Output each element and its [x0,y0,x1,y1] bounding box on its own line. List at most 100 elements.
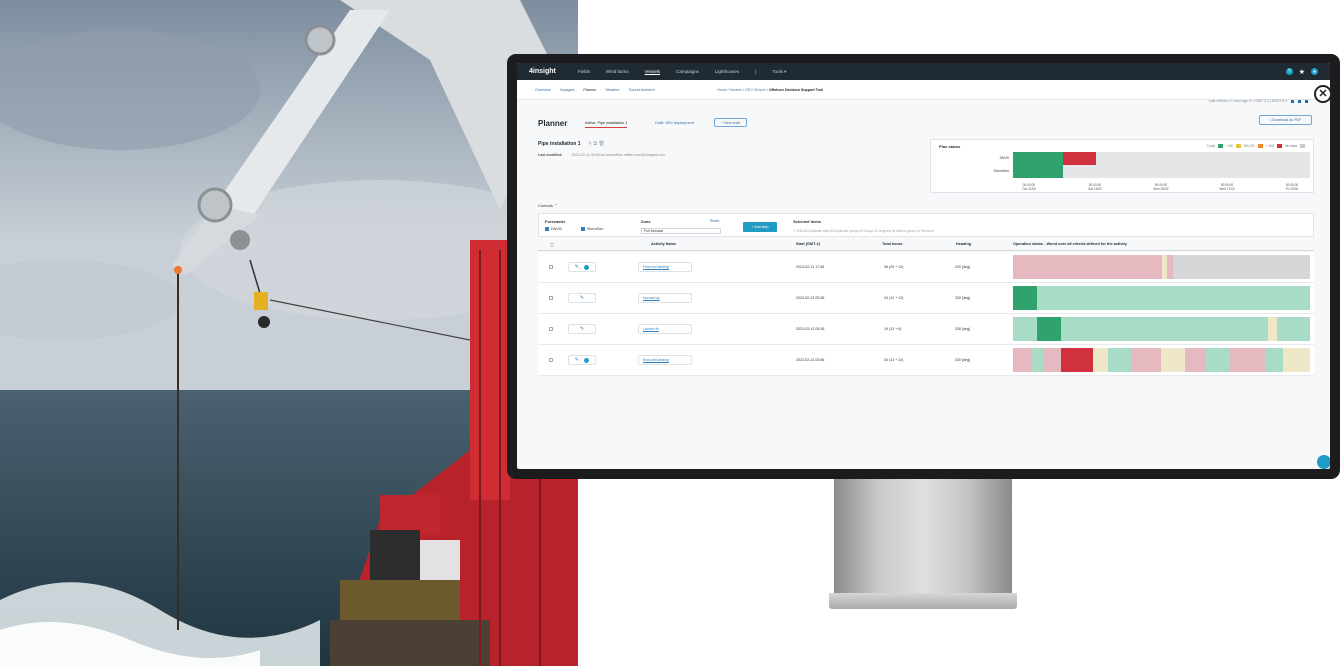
zone-label: Zone [641,219,651,224]
star-icon[interactable]: ★ [1299,68,1305,76]
sub-nav-weather[interactable]: Weather [606,88,620,92]
edit-icon[interactable]: ✎ [575,264,579,270]
legend-lt50: < 50 [1226,144,1233,148]
activity-name-link[interactable]: Launch fix [638,324,692,334]
status-segment [1185,348,1207,372]
controls-panel: Forecaster DNV.B StormGeo Zone Reset Ful… [538,213,1314,237]
row-checkbox[interactable] [549,358,553,362]
checkbox-icon [545,227,549,232]
sub-nav-overview[interactable]: Overview [535,88,551,92]
table-row[interactable]: ✎ End until landing 2023-02-13 03:56 34 … [538,345,1314,376]
status-segment [1093,348,1109,372]
col-total-hours: Total hours [882,242,903,246]
activity-name-link[interactable]: End until landing [638,355,692,365]
plan-status-title: Plan status [939,144,961,149]
start-cell: 2023-02-13 05:36 [796,327,825,331]
col-operation-status: Operation status - Worst over all criter… [1013,242,1127,246]
select-all-checkbox[interactable]: ▢ [550,242,554,247]
legend-swatch-50-100 [1257,144,1263,148]
refresh-info: Last refresh • 1 hour ago ⟳ | GMT 2.3 | … [1209,99,1308,103]
edit-icon[interactable]: ✎ [580,326,584,332]
close-icon[interactable]: ✕ [1314,85,1332,103]
heading-cell: 330 [deg] [955,327,970,331]
legend-swatch-lt50 [1235,144,1241,148]
monitor-frame: 4insight Fields Wind farms Vessels Campa… [507,54,1340,479]
add-step-button[interactable]: + Add step [743,222,777,232]
top-nav-fields[interactable]: Fields [578,69,590,74]
view-settings-icon[interactable] [1305,99,1308,103]
sub-nav-sound-ambient[interactable]: Sound Ambient [629,88,655,92]
status-segment [1036,286,1310,310]
sub-nav-planner[interactable]: Planner [583,88,596,92]
top-nav-campaigns[interactable]: Campaigns [676,69,699,74]
vessel-crane-photo [0,0,578,666]
status-row-bar [1013,152,1310,165]
new-draft-button[interactable]: + New draft [714,118,747,127]
app-logo: 4insight [529,68,556,75]
forecaster-option-label: StormGeo [587,227,604,231]
tab-draft-plan[interactable]: Draft: SRV deployment [655,121,694,125]
breadcrumb-vessels[interactable]: Vessels [730,88,742,92]
controls-toggle[interactable]: Controls ⌃ [538,203,557,208]
forecaster-option-stormgeo[interactable]: StormGeo [581,227,604,232]
info-icon[interactable] [584,264,590,270]
status-segment [1030,348,1043,372]
activity-name-link[interactable]: First end landing [638,262,692,272]
top-nav-wind-farms[interactable]: Wind farms [606,69,629,74]
view-grid-icon[interactable] [1291,99,1294,103]
table-row[interactable]: ✎ Normal lay 2023-02-13 05:36 34 (12 + 1… [538,283,1314,314]
row-checkbox[interactable] [549,265,553,269]
status-segment [1013,165,1064,178]
heading-cell: 330 [deg] [955,358,970,362]
chat-icon[interactable] [1317,455,1330,469]
status-segment [1013,255,1162,279]
row-checkbox[interactable] [549,327,553,331]
view-list-icon[interactable] [1298,99,1301,103]
row-checkbox[interactable] [549,296,553,300]
last-modified-value: 2023-02-11 09:48 by someoffice.offsite.u… [571,153,666,157]
edit-plan-icon[interactable]: ✎ ⧉ 🗑 [588,141,605,147]
legend-swatch-ok [1218,144,1224,148]
status-legend: 0 (ok) < 50 50-100 > 100 No data [1207,144,1305,148]
table-row[interactable]: ✎ Launch fix 2023-02-13 05:36 19 (13 + 6… [538,314,1314,345]
status-segment [1036,317,1061,341]
download-pdf-button[interactable]: ⤓ Download as PDF [1259,115,1312,125]
status-segment [1060,317,1269,341]
hours-cell: 34 (12 + 12) [884,296,904,300]
selected-items-tools: ✎ Edit ⧉ Duplicate step ⧉ Duplicate grou… [793,229,935,233]
status-segment [1131,348,1162,372]
help-icon[interactable]: ? [1285,68,1293,75]
plan-status-panel: Plan status 0 (ok) < 50 50-100 > 100 No … [930,139,1314,193]
status-segment [1063,152,1097,165]
legend-gt100: > 100 [1265,144,1275,148]
top-nav-tools[interactable]: Tools ▾ [772,69,786,75]
selected-items-label: Selected items [793,219,822,224]
col-start: Start [GMT-2] [796,242,820,246]
status-row-label: StormGeo [993,169,1009,173]
top-nav-vessels[interactable]: Vessels [645,69,661,74]
col-activity-name: Activity Name [651,242,677,246]
start-cell: 2023-02-11 17:36 [796,265,825,269]
zone-reset-link[interactable]: Reset [710,219,719,223]
table-row[interactable]: ✎ First end landing 2023-02-11 17:36 36 … [538,252,1314,283]
edit-icon[interactable]: ✎ [575,357,579,363]
sub-nav-voyages[interactable]: Voyages [560,88,575,92]
forecaster-option-dnvb[interactable]: DNV.B [545,227,562,232]
edit-icon[interactable]: ✎ [580,295,584,301]
breadcrumb-home[interactable]: Home [717,88,727,92]
status-segment [1206,348,1230,372]
status-segment [1229,348,1266,372]
hours-cell: 36 (29 + 12) [884,265,904,269]
operation-status-bar [1013,286,1310,310]
zone-select[interactable]: Full forecast [641,228,721,234]
legend-swatch-no-data [1300,144,1305,148]
user-avatar-icon[interactable]: ● [1311,68,1318,75]
activity-name-link[interactable]: Normal lay [638,293,692,303]
breadcrumb-vessel[interactable]: GEO Sleipnir [745,88,766,92]
breadcrumb: Home / Vessels / GEO Sleipnir / Offshore… [717,88,824,92]
forecaster-option-label: DNV.B [551,227,562,231]
info-icon[interactable] [584,357,590,363]
top-nav-lighthouses[interactable]: Lighthouses [715,69,739,74]
row-actions: ✎ [568,262,596,272]
tab-active-plan[interactable]: Active: Pipe installation 1 [585,121,628,128]
